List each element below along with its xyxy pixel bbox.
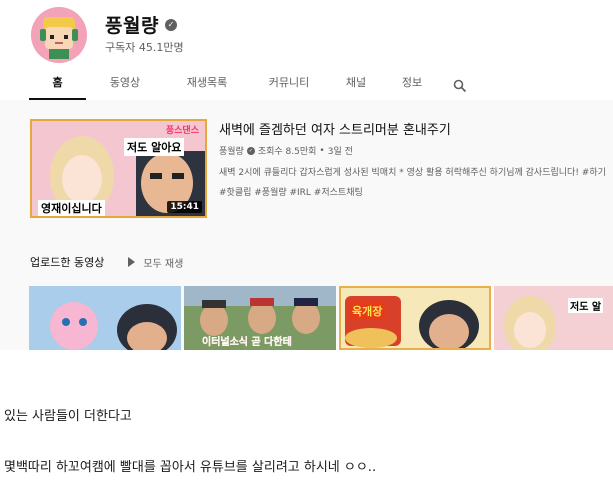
verified-check-icon: ✓ [164, 18, 177, 31]
tab-channels[interactable]: 채널 [328, 72, 384, 100]
video-thumbnail[interactable]: 육개장 [339, 286, 491, 350]
tab-home[interactable]: 홈 [29, 72, 86, 100]
channel-header: 풍월량 ✓ 구독자 45.1만명 홈 동영상 재생목록 커뮤니티 채널 정보 [0, 0, 613, 100]
play-all-button[interactable]: 모두 재생 [128, 255, 183, 270]
uploads-shelf-title[interactable]: 업로드한 동영상 [30, 254, 104, 270]
thumbnail-badge: 풍스댄스 [165, 126, 199, 136]
video-thumbnail[interactable]: 저도 알 [494, 286, 613, 350]
thumbnail-caption-bottom: 영재이십니다 [38, 200, 105, 216]
featured-video-title[interactable]: 새벽에 즐겜하던 여자 스트리머분 혼내주기 [219, 119, 613, 138]
subscriber-count: 구독자 45.1만명 [105, 41, 184, 54]
play-all-label: 모두 재생 [143, 258, 184, 270]
featured-video-info: 새벽에 즐겜하던 여자 스트리머분 혼내주기 풍월량 ✓ 조회수 8.5만회 •… [219, 119, 613, 198]
featured-video-thumbnail[interactable]: 풍스댄스 저도 알아요 영재이십니다 15:41 [30, 119, 207, 218]
featured-channel-name[interactable]: 풍월량 [219, 144, 244, 157]
channel-tabs: 홈 동영상 재생목록 커뮤니티 채널 정보 [29, 72, 480, 100]
verified-check-icon: ✓ [246, 146, 255, 155]
tab-community[interactable]: 커뮤니티 [250, 72, 328, 100]
post-text-line: 몇백따리 하꼬여캠에 빨대를 꼽아서 유튜브를 살리려고 하시네 ㅇㅇ.. [4, 460, 377, 475]
tab-videos[interactable]: 동영상 [86, 72, 164, 100]
play-icon [128, 257, 136, 267]
upload-age: 3일 전 [327, 147, 353, 157]
featured-video-meta: 풍월량 ✓ 조회수 8.5만회 • 3일 전 [219, 144, 613, 158]
channel-name[interactable]: 풍월량 [105, 11, 159, 38]
view-count: 조회수 8.5만회 [257, 147, 317, 157]
character-avatar-icon [31, 7, 87, 63]
featured-video-description: 새벽 2시에 큐들리다 갑자스럽게 성사된 빅매치 * 영상 활용 허락해주신 … [219, 168, 606, 178]
thumbnail-image [494, 286, 613, 350]
uploads-shelf-header: 업로드한 동영상 모두 재생 [30, 254, 183, 270]
thumbnail-image [29, 286, 181, 350]
tab-about[interactable]: 정보 [384, 72, 440, 100]
post-text-line: 있는 사람들이 더한다고 [4, 409, 132, 424]
channel-content: 풍스댄스 저도 알아요 영재이십니다 15:41 새벽에 즐겜하던 여자 스트리… [0, 100, 613, 350]
thumbnail-caption-top: 저도 알아요 [124, 138, 185, 156]
channel-avatar[interactable] [31, 7, 87, 63]
tab-search[interactable] [440, 72, 480, 100]
search-icon [453, 79, 467, 93]
featured-video-tags[interactable]: #핫클립 #풍월량 #IRL #저스트채팅 [219, 185, 613, 198]
thumbnail-caption: 이터널소식 곧 다한테 [202, 337, 292, 348]
meta-separator: • [319, 145, 325, 156]
video-thumbnail[interactable]: 이터널소식 곧 다한테 [184, 286, 336, 350]
tab-playlists[interactable]: 재생목록 [164, 72, 250, 100]
thumbnail-caption: 저도 알 [568, 298, 604, 313]
channel-name-row: 풍월량 ✓ [105, 11, 177, 38]
video-thumbnail[interactable] [29, 286, 181, 350]
video-duration: 15:41 [167, 201, 202, 213]
thumbnail-caption: 육개장 [349, 302, 386, 320]
